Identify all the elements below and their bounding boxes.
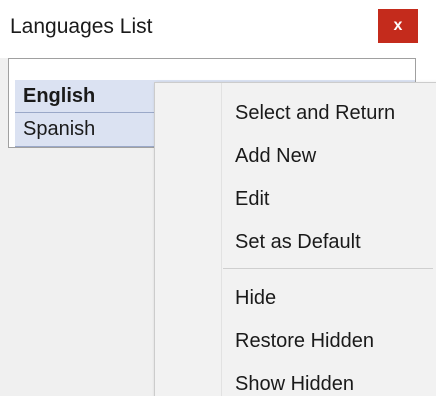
window-title: Languages List bbox=[10, 15, 153, 38]
menu-item-hide[interactable]: Hide bbox=[235, 283, 276, 313]
menu-gutter-divider bbox=[221, 83, 222, 396]
menu-item-restore-hidden[interactable]: Restore Hidden bbox=[235, 326, 374, 356]
close-button[interactable]: x bbox=[378, 9, 418, 43]
menu-item-show-hidden[interactable]: Show Hidden bbox=[235, 369, 354, 396]
title-bar: Languages List x bbox=[0, 0, 436, 58]
close-icon: x bbox=[393, 17, 403, 34]
menu-item-edit[interactable]: Edit bbox=[235, 184, 269, 214]
menu-item-add-new[interactable]: Add New bbox=[235, 141, 316, 171]
context-menu: Select and Return Add New Edit Set as De… bbox=[154, 82, 436, 396]
list-item-label: Spanish bbox=[23, 118, 96, 140]
menu-item-set-as-default[interactable]: Set as Default bbox=[235, 227, 361, 257]
list-item-label: English bbox=[23, 85, 96, 107]
menu-item-select-and-return[interactable]: Select and Return bbox=[235, 98, 395, 128]
languages-window: Languages List x English Spanish Select … bbox=[0, 0, 436, 396]
menu-separator bbox=[223, 268, 433, 269]
